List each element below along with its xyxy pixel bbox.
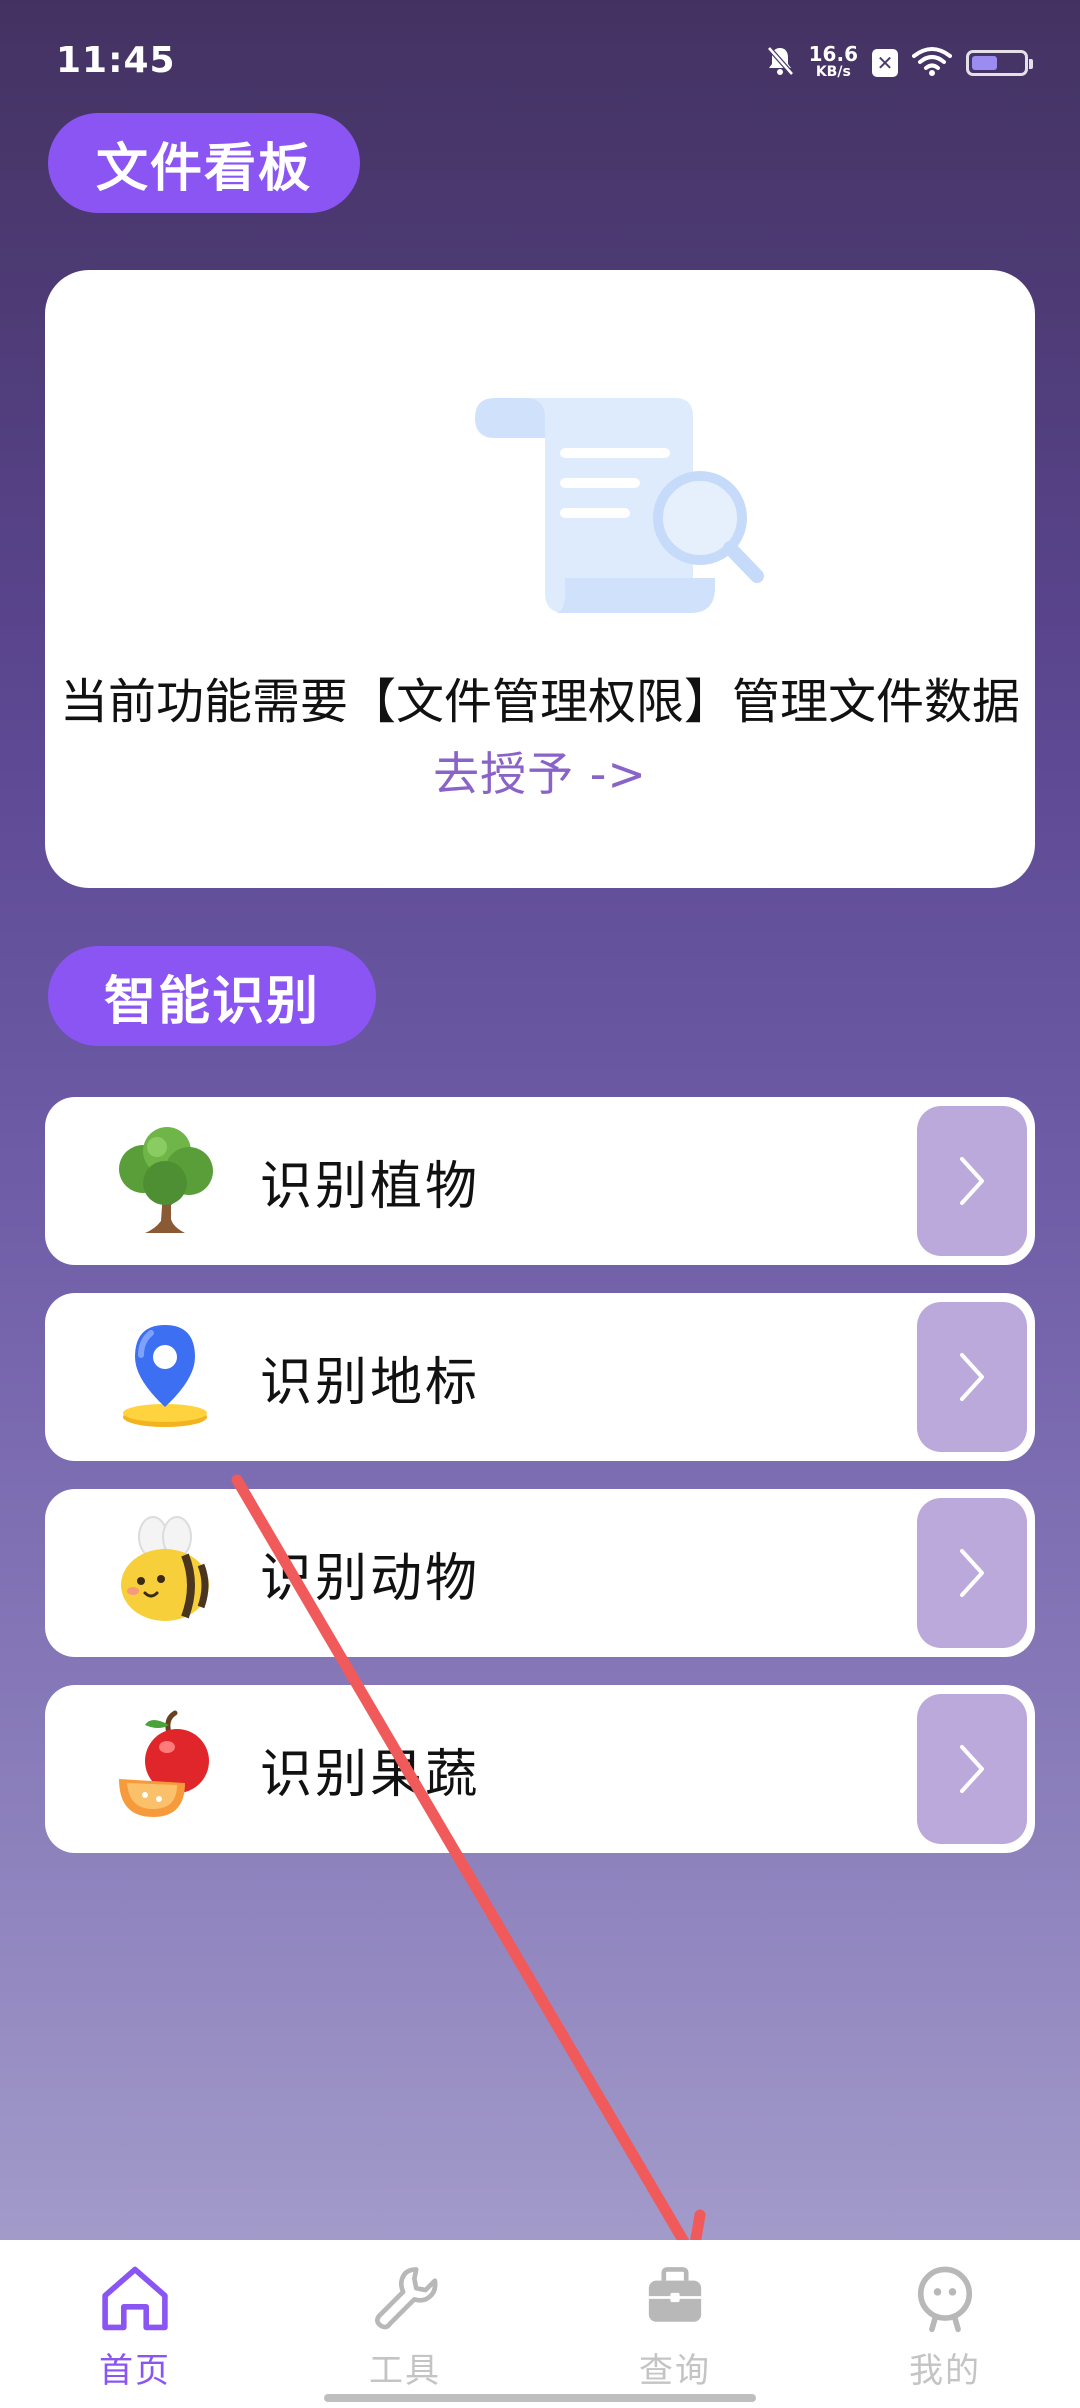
app-screen: 11:45 16.6 KB/s ✕ 文件看板 当前功能需要【文件管理权限】管理文… [0,0,1080,2408]
nav-home-label: 首页 [99,2351,171,2391]
recognize-fruit-chevron-button[interactable] [917,1694,1027,1844]
fruit-icon [119,1710,209,1817]
status-bar: 11:45 16.6 KB/s ✕ [0,0,1080,120]
network-speed: 16.6 KB/s [808,42,858,81]
profile-icon [917,2266,973,2333]
recognize-fruit-row[interactable]: 识别果蔬 [45,1685,1035,1853]
wifi-icon [912,46,952,80]
recognize-fruit-label: 识别果蔬 [260,1744,481,1805]
recognize-landmark-row[interactable]: 识别地标 [45,1293,1035,1461]
briefcase-icon [648,2267,702,2322]
recognize-animal-chevron-button[interactable] [917,1498,1027,1648]
nav-tools-label: 工具 [369,2351,441,2391]
recognize-landmark-chevron-button[interactable] [917,1302,1027,1452]
battery-fill [972,56,997,70]
home-icon [102,2266,168,2331]
nav-query[interactable]: 查询 [575,2262,775,2392]
nav-query-label: 查询 [639,2351,711,2391]
battery-icon [966,50,1033,76]
bee-icon [121,1516,209,1621]
notification-x-icon: ✕ [872,49,898,77]
recognize-plant-label: 识别植物 [260,1156,481,1217]
network-speed-value: 16.6 [808,42,858,66]
chevron-right-icon [960,1745,984,1793]
bottom-nav: 首页 工具 查询 我的 [0,2240,1080,2408]
recognize-animal-row[interactable]: 识别动物 [45,1489,1035,1657]
nav-home[interactable]: 首页 [35,2262,235,2392]
tree-icon [119,1127,213,1233]
permission-message: 当前功能需要【文件管理权限】管理文件数据 [59,674,1020,730]
nav-tools[interactable]: 工具 [305,2262,505,2392]
recognize-animal-label: 识别动物 [260,1548,481,1609]
nav-profile[interactable]: 我的 [845,2262,1045,2392]
wrench-icon [375,2267,438,2330]
home-indicator[interactable] [324,2394,756,2402]
document-search-icon [475,398,764,613]
recognize-plant-row[interactable]: 识别植物 [45,1097,1035,1265]
status-icons: 16.6 KB/s ✕ [765,40,1033,86]
chevron-right-icon [960,1157,984,1205]
recognize-plant-chevron-button[interactable] [917,1106,1027,1256]
mute-bell-icon [765,45,795,81]
chevron-right-icon [960,1353,984,1401]
grant-permission-link[interactable]: 去授予 -> [45,738,1035,804]
nav-profile-label: 我的 [909,2351,981,2391]
smart-recognition-title: 智能识别 [48,946,376,1046]
location-pin-icon [123,1325,207,1427]
recognize-landmark-label: 识别地标 [260,1352,481,1413]
status-time: 11:45 [56,40,176,81]
file-permission-card: 当前功能需要【文件管理权限】管理文件数据 去授予 -> [45,270,1035,888]
file-board-title: 文件看板 [48,113,360,213]
network-speed-unit: KB/s [815,64,851,80]
chevron-right-icon [960,1549,984,1597]
